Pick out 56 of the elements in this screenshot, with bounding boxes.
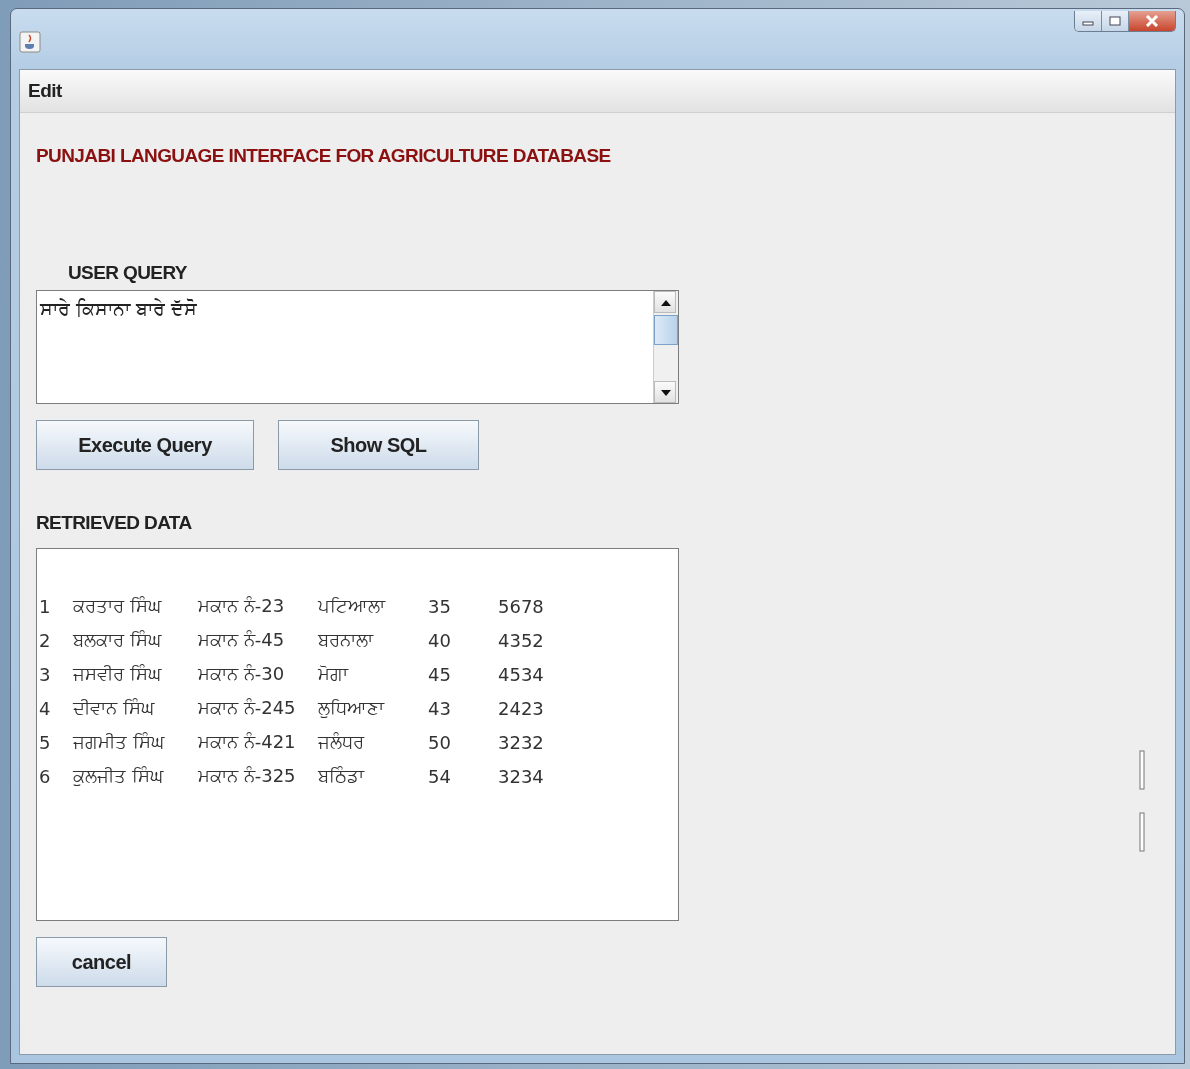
- result-text: ਮਕਾਨ ਨੰ-30: [198, 663, 286, 685]
- result-text: 2423: [498, 697, 545, 719]
- result-text: ਮਕਾਨ ਨੰ-45: [198, 629, 286, 651]
- result-text: 4534: [498, 663, 545, 685]
- result-text: 6: [39, 765, 52, 787]
- result-text: ਲੁਧਿਆਣਾ: [318, 697, 386, 719]
- result-text: 4352: [498, 629, 545, 651]
- scroll-up-icon[interactable]: [654, 291, 676, 313]
- result-text: 45: [428, 663, 452, 685]
- field-label: USER QUERY: [68, 262, 187, 284]
- result-text: 3: [39, 663, 52, 685]
- bar-icon: [1139, 750, 1145, 790]
- result-text: ਪਟਿਆਲਾ: [318, 595, 387, 617]
- cup-icon: [19, 31, 41, 53]
- result-text: ਬਰਨਾਲਾ: [318, 629, 375, 651]
- result-text: ਕਰਤਾਰ ਸਿੰਘ: [73, 595, 163, 617]
- result-text: 54: [428, 765, 452, 787]
- app-heading: PUNJABI LANGUAGE INTERFACE FOR AGRICULTURE DATABASE: [36, 145, 611, 167]
- scroll-down-icon[interactable]: [654, 381, 676, 403]
- query-field[interactable]: ਸਾਰੇ ਕਿਸਾਨਾ ਬਾਰੇ ਦੱਸੋ: [36, 290, 679, 404]
- result-text: 2: [39, 629, 52, 651]
- result-text: 3232: [498, 731, 545, 753]
- result-text: 3234: [498, 765, 545, 787]
- result-text: 50: [428, 731, 452, 753]
- maximize-button[interactable]: [1102, 11, 1129, 31]
- result-text: ਕੁਲਜੀਤ ਸਿੰਘ: [73, 765, 165, 787]
- result-text: 43: [428, 697, 452, 719]
- scrollbar[interactable]: [653, 291, 678, 403]
- cancel-button[interactable]: cancel: [36, 937, 167, 987]
- maximize-icon: [1109, 16, 1121, 26]
- result-text: ਦੀਵਾਨ ਸਿੰਘ: [73, 697, 156, 719]
- action-button[interactable]: Show SQL: [278, 420, 479, 470]
- section-label: RETRIEVED DATA: [36, 512, 192, 534]
- result-text: 1: [39, 595, 52, 617]
- result-text: 5678: [498, 595, 545, 617]
- menu-item[interactable]: Edit: [25, 80, 65, 102]
- result-text: 5: [39, 731, 52, 753]
- scroll-thumb[interactable]: [654, 315, 678, 345]
- close-icon: [1145, 15, 1159, 27]
- result-text: ਜਗਮੀਤ ਸਿੰਘ: [73, 731, 166, 753]
- result-text: ਜਲੰਧਰ: [318, 731, 366, 753]
- result-text: ਬਲਕਾਰ ਸਿੰਘ: [73, 629, 163, 651]
- result-text: ਮਕਾਨ ਨੰ-23: [198, 595, 286, 617]
- bar-icon: [1139, 812, 1145, 852]
- result-text: ਮਕਾਨ ਨੰ-325: [198, 765, 297, 787]
- result-text: ਮੋਗਾ: [318, 663, 350, 685]
- result-text: ਮਕਾਨ ਨੰ-245: [198, 697, 297, 719]
- result-text: ਬਠਿੰਡਾ: [318, 765, 366, 787]
- close-button[interactable]: [1129, 11, 1175, 31]
- result-text: ਮਕਾਨ ਨੰ-421: [198, 731, 297, 753]
- minimize-button[interactable]: [1075, 11, 1102, 31]
- result-text: 4: [39, 697, 52, 719]
- result-text: 40: [428, 629, 452, 651]
- result-text: 35: [428, 595, 452, 617]
- action-button[interactable]: Execute Query: [36, 420, 254, 470]
- result-text: ਜਸਵੀਰ ਸਿੰਘ: [73, 663, 163, 685]
